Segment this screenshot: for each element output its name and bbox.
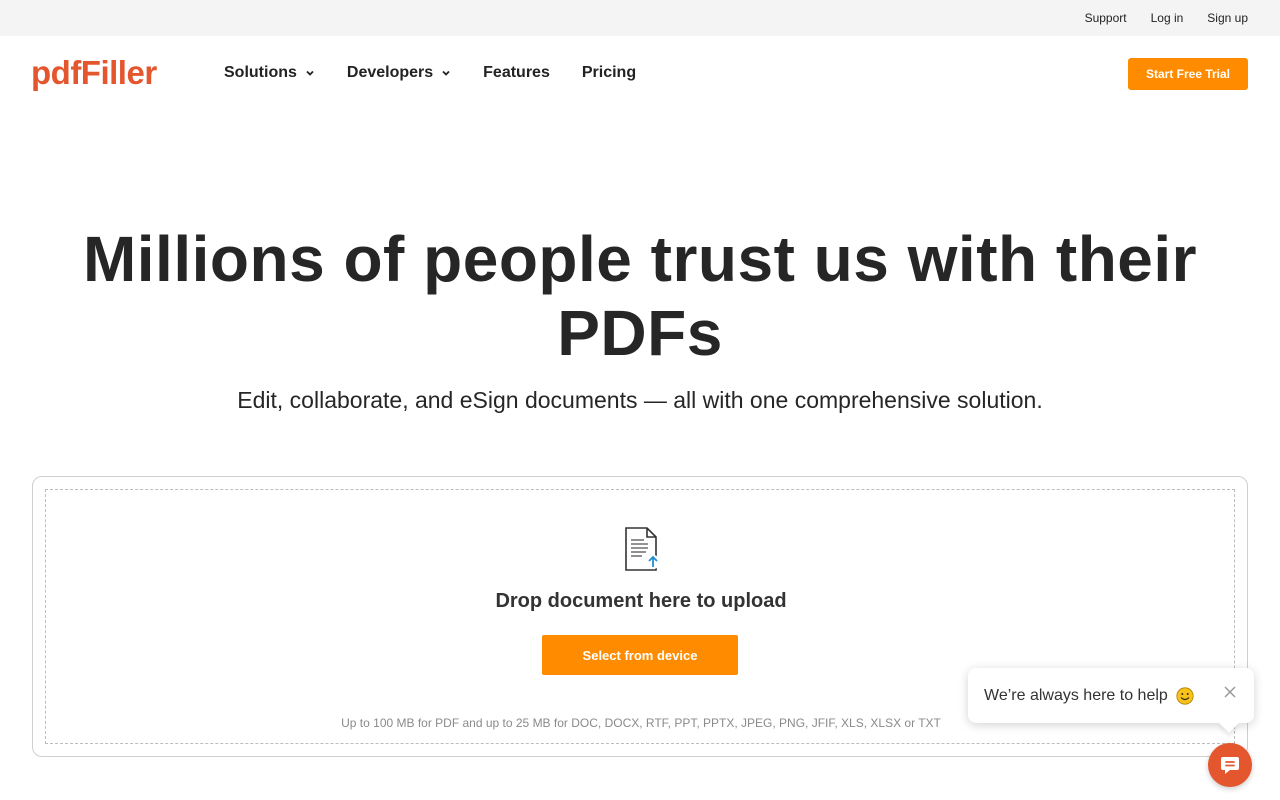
nav-item-pricing[interactable]: Pricing — [582, 62, 636, 84]
pdffiller-logo[interactable]: pdfFiller — [31, 55, 157, 91]
nav-item-developers[interactable]: Developers — [347, 62, 451, 84]
hero-subtitle: Edit, collaborate, and eSign documents —… — [237, 387, 1043, 413]
smile-emoji-icon — [1176, 686, 1194, 705]
hero-title: Millions of people trust us with their P… — [82, 223, 1198, 369]
chat-help-message: We’re always here to help — [984, 686, 1168, 704]
chevron-down-icon — [442, 70, 450, 76]
chevron-down-icon — [306, 70, 314, 76]
nav-item-features[interactable]: Features — [483, 62, 550, 84]
close-icon[interactable] — [1224, 686, 1236, 698]
select-from-device-button[interactable]: Select from device — [542, 635, 738, 675]
drop-title: Drop document here to upload — [495, 590, 787, 612]
utility-links: Support Log in Sign up — [1085, 0, 1248, 36]
document-upload-icon — [625, 527, 660, 571]
nav-item-label: Pricing — [581, 64, 637, 81]
signup-link[interactable]: Sign up — [1207, 11, 1248, 25]
main-navigation: pdfFiller Solutions Developers Features … — [0, 36, 1280, 112]
nav-item-label: Features — [483, 64, 550, 81]
top-utility-bar: Support Log in Sign up — [0, 0, 1280, 36]
chat-launcher-button[interactable] — [1208, 743, 1252, 787]
nav-item-solutions[interactable]: Solutions — [224, 62, 315, 84]
start-free-trial-button[interactable]: Start Free Trial — [1128, 58, 1248, 90]
nav-item-label: Solutions — [224, 64, 297, 81]
nav-item-label: Developers — [346, 64, 434, 81]
chat-help-bubble: We’re always here to help — [968, 668, 1254, 733]
chat-icon — [1221, 757, 1239, 774]
support-link[interactable]: Support — [1085, 11, 1127, 25]
login-link[interactable]: Log in — [1151, 11, 1184, 25]
nav-menu: Solutions Developers Features Pricing — [224, 62, 668, 84]
